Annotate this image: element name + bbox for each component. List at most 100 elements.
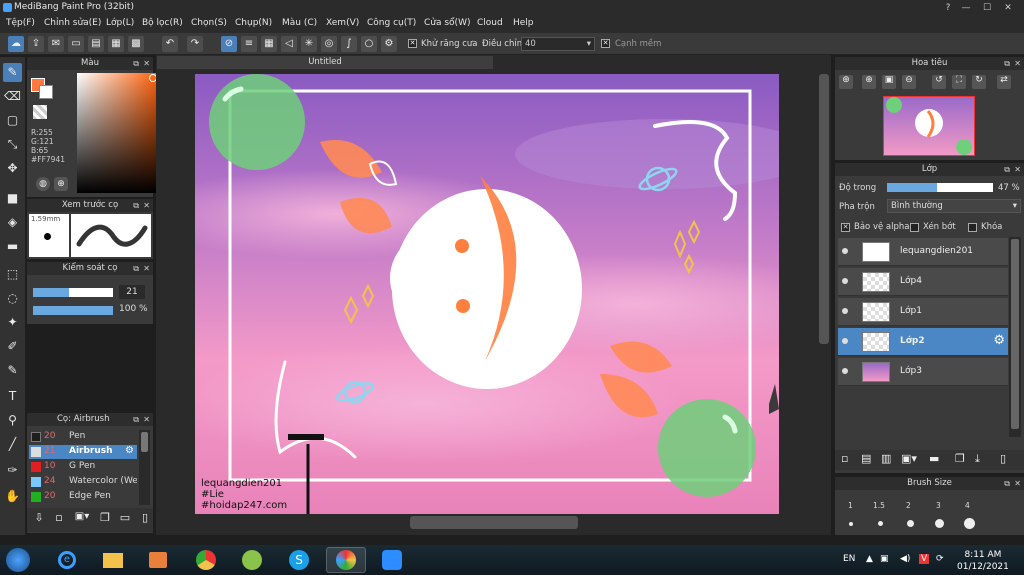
canvas-tab[interactable]: Untitled — [157, 56, 493, 69]
size-dot-4[interactable] — [935, 519, 944, 528]
close-icon[interactable]: ✕ — [143, 262, 150, 275]
menu-cloud[interactable]: Cloud — [477, 18, 503, 28]
media-player-icon[interactable] — [138, 547, 178, 573]
close-icon[interactable]: ✕ — [143, 413, 150, 426]
menu-capture[interactable]: Chụp(N) — [235, 18, 272, 28]
copy-brush-icon[interactable]: ❐ — [97, 511, 113, 527]
help-icon[interactable]: ? — [940, 2, 956, 14]
visibility-icon[interactable] — [842, 308, 848, 314]
close-icon[interactable]: ✕ — [1000, 2, 1016, 14]
start-button[interactable] — [6, 548, 30, 572]
add-layer-menu-icon[interactable]: ▣▾ — [901, 452, 917, 465]
document-icon[interactable]: ▤ — [88, 36, 104, 52]
brush-item[interactable]: 20 Edge Pen — [29, 490, 137, 504]
size-dot-3[interactable] — [907, 520, 914, 527]
tray-sync-icon[interactable]: ⟳ — [936, 554, 944, 564]
size-option-label[interactable]: 4 — [965, 501, 970, 510]
zoom-in-icon[interactable]: ⊕ — [862, 75, 876, 89]
menu-layer[interactable]: Lớp(L) — [106, 18, 134, 28]
undo-icon[interactable]: ↶ — [162, 36, 178, 52]
gradient-tool-icon[interactable]: ▬ — [3, 237, 22, 256]
size-dot-5[interactable] — [964, 518, 975, 529]
text-tool-icon[interactable]: T — [3, 387, 22, 406]
new-8bit-layer-icon[interactable]: ▥ — [881, 452, 891, 465]
tray-app-icon[interactable]: V — [919, 554, 930, 564]
divide-tool-icon[interactable]: ╱ — [3, 435, 22, 454]
visibility-icon[interactable] — [842, 368, 848, 374]
clipping-checkbox[interactable] — [910, 223, 919, 232]
layer-opacity-slider[interactable] — [887, 183, 993, 192]
close-icon[interactable]: ✕ — [1014, 163, 1021, 176]
layer-row-selected[interactable]: Lớp2 ⚙ — [838, 328, 1008, 356]
new-brush-icon[interactable]: ▫ — [51, 511, 67, 527]
flip-icon[interactable]: ⇄ — [997, 75, 1011, 89]
protect-alpha-checkbox[interactable]: ✕ — [841, 223, 850, 232]
clock[interactable]: 8:11 AM 01/12/2021 — [957, 549, 1009, 573]
menu-help[interactable]: Help — [513, 18, 534, 28]
zoom-out-icon[interactable]: ⊖ — [902, 75, 916, 89]
float-icon[interactable]: ⧉ — [133, 57, 139, 70]
adjust-select[interactable]: 40 ▾ — [521, 37, 595, 51]
grid-doc-icon[interactable]: ▦ — [108, 36, 124, 52]
comment-icon[interactable]: ▭ — [68, 36, 84, 52]
visibility-icon[interactable] — [842, 278, 848, 284]
file-explorer-icon[interactable] — [93, 547, 133, 573]
fit-screen-icon[interactable]: ⛶ — [952, 75, 966, 89]
layer-scrollbar[interactable] — [1009, 237, 1021, 437]
maximize-icon[interactable]: ☐ — [979, 2, 995, 14]
ellipse-snap-icon[interactable]: ○ — [361, 36, 377, 52]
cloud-brush-icon[interactable]: ⇩ — [31, 511, 47, 527]
palette-icon[interactable]: ◍ — [36, 177, 50, 191]
medibang-taskbar-icon[interactable] — [326, 547, 366, 573]
transparent-swatch[interactable] — [33, 105, 47, 119]
eraser-tool-icon[interactable]: ⌫ — [3, 87, 22, 106]
gear-icon[interactable]: ⚙ — [125, 445, 134, 456]
layer-row[interactable]: Lớp3 — [838, 358, 1008, 386]
new-layer-icon[interactable]: ▫ — [841, 452, 848, 465]
snap-off-icon[interactable]: ⊘ — [221, 36, 237, 52]
menu-edit[interactable]: Chỉnh sửa(E) — [44, 18, 101, 28]
rotate-right-icon[interactable]: ↻ — [972, 75, 986, 89]
minimize-icon[interactable]: — — [958, 2, 974, 14]
secondary-color-swatch[interactable] — [39, 85, 53, 99]
menu-window[interactable]: Cửa sổ(W) — [424, 18, 470, 28]
add-brush-icon[interactable]: ▣▾ — [71, 511, 93, 527]
new-halftone-layer-icon[interactable]: ▤ — [861, 452, 871, 465]
antialias-checkbox[interactable]: ✕ — [408, 39, 417, 48]
magic-wand-icon[interactable]: ✦ — [3, 313, 22, 332]
menu-file[interactable]: Tệp(F) — [6, 18, 35, 28]
tray-network-icon[interactable]: ▣ — [880, 554, 889, 564]
delete-layer-icon[interactable]: ▯ — [1000, 452, 1006, 465]
vertical-scrollbar[interactable] — [819, 74, 829, 344]
layer-row[interactable]: Lớp1 — [838, 298, 1008, 326]
zoom-icon[interactable] — [372, 547, 412, 573]
lock-checkbox[interactable] — [968, 223, 977, 232]
folder-icon[interactable]: ▭ — [117, 511, 133, 527]
dot-tool-icon[interactable]: ⤡ — [3, 135, 22, 154]
menu-view[interactable]: Xem(V) — [326, 18, 359, 28]
close-icon[interactable]: ✕ — [1014, 57, 1021, 70]
close-icon[interactable]: ✕ — [143, 199, 150, 212]
float-icon[interactable]: ⧉ — [1004, 57, 1010, 70]
zoom-fit-icon[interactable]: ⊕ — [839, 75, 853, 89]
size-option-label[interactable]: 2 — [906, 501, 911, 510]
duplicate-layer-icon[interactable]: ❐ — [955, 452, 965, 465]
menu-color[interactable]: Màu (C) — [282, 18, 317, 28]
size-option-label[interactable]: 3 — [936, 501, 941, 510]
size-value[interactable]: 21 — [119, 285, 145, 299]
cloud-icon[interactable]: ☁ — [8, 36, 24, 52]
fill-tool-icon[interactable]: ◈ — [3, 213, 22, 232]
soft-edge-checkbox[interactable]: ✕ — [601, 39, 610, 48]
zoom-actual-icon[interactable]: ▣ — [882, 75, 896, 89]
language-indicator[interactable]: EN — [843, 554, 855, 564]
artwork-canvas[interactable]: lequangdien201 #Lie #hoidap247.com — [195, 74, 779, 514]
brush-item[interactable]: 24 Watercolor (Wet) — [29, 475, 137, 489]
grid-snap-icon[interactable]: ▦ — [261, 36, 277, 52]
brush-tool-icon[interactable]: ✎ — [3, 63, 22, 82]
share-icon[interactable]: ⇪ — [28, 36, 44, 52]
menu-filter[interactable]: Bộ lọc(R) — [142, 18, 183, 28]
vanish-snap-icon[interactable]: ◁ — [281, 36, 297, 52]
select-eraser-icon[interactable]: ✎ — [3, 361, 22, 380]
grid-icon[interactable]: ▩ — [128, 36, 144, 52]
delete-brush-icon[interactable]: ▯ — [139, 511, 151, 527]
